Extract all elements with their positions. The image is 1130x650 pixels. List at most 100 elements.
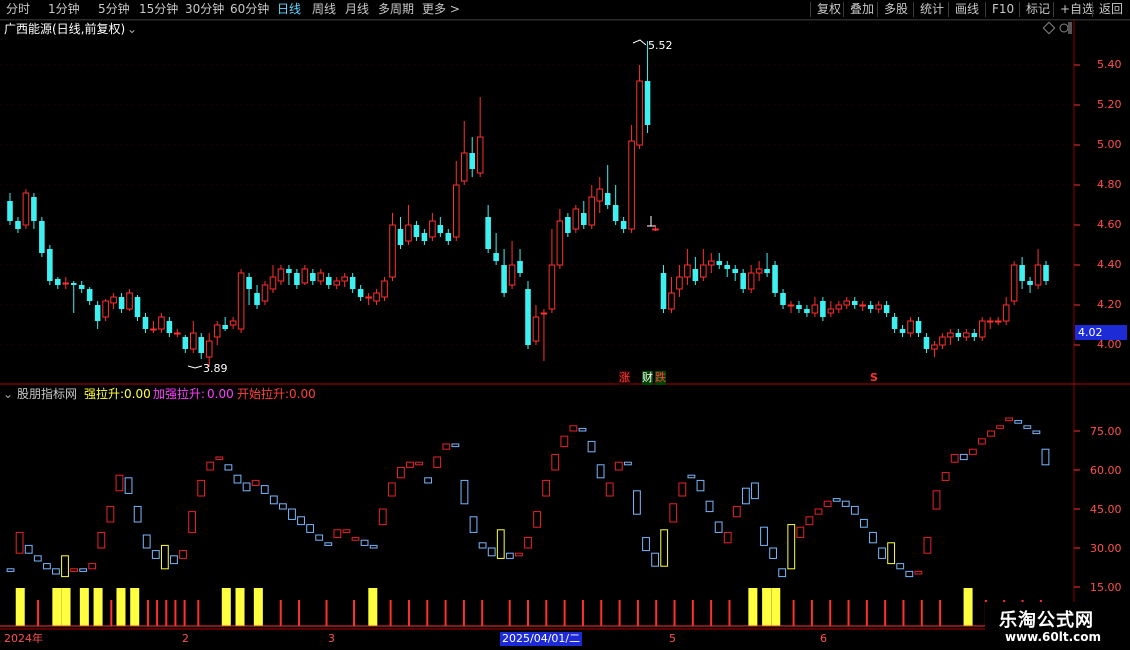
candle-body-up	[827, 308, 835, 314]
candle-body-down	[286, 269, 292, 273]
candle-body-up	[174, 332, 181, 335]
candle-body-down	[70, 283, 77, 285]
watermark-logo: 乐淘公式网 www.60lt.com	[985, 602, 1130, 650]
candle-body-down	[955, 333, 962, 337]
candle-body-up	[636, 80, 643, 146]
indicator-bar	[1014, 420, 1023, 424]
candle-body-up	[341, 276, 348, 282]
stock-title: 广西能源(日线,前复权)	[4, 22, 126, 36]
signal-bar	[865, 600, 868, 626]
indicator-bar	[787, 524, 796, 570]
indicator-bar	[678, 482, 687, 497]
candle-body-down	[39, 221, 45, 253]
candle-body-down	[501, 265, 507, 293]
event-rise-badge[interactable]: 涨	[619, 371, 630, 385]
event-s-badge[interactable]: S	[870, 371, 878, 385]
indicator-bar	[369, 544, 378, 549]
indicator-menu-icon[interactable]: ⌄	[3, 387, 13, 401]
signal-bar-strong	[93, 588, 103, 626]
diamond-icon[interactable]	[1042, 21, 1056, 35]
scroll-handle[interactable]	[1068, 22, 1072, 34]
indicator-bar	[496, 529, 505, 559]
candle-body-up	[939, 336, 946, 346]
candle-body-up	[835, 304, 843, 310]
candle-body-up	[301, 268, 309, 284]
candle-body-down	[246, 277, 252, 289]
signal-bar	[545, 600, 548, 626]
candle-body-up	[588, 196, 596, 226]
candle-body-up	[373, 292, 380, 302]
signal-bar	[165, 600, 168, 626]
event-fin-badge[interactable]: 财	[642, 371, 653, 385]
indicator-bar	[569, 425, 578, 432]
indicator-bar	[288, 508, 296, 520]
candle-body-down	[134, 297, 141, 317]
candle-body-up	[452, 184, 460, 238]
indicator-strong-value: 0.00	[124, 387, 151, 401]
signal-bar	[389, 600, 392, 626]
indicator-bar	[651, 552, 659, 567]
indicator-bar	[269, 495, 278, 505]
candle-body-up	[652, 228, 659, 231]
indicator-strong-label: 强拉升:	[84, 387, 125, 401]
signal-bars	[0, 588, 1074, 627]
indicator-bar	[859, 518, 868, 528]
signal-bar	[110, 600, 113, 626]
indicator-bar	[923, 537, 932, 554]
date-label: 3	[328, 632, 335, 645]
candle-body-up	[62, 282, 70, 285]
circle-icon[interactable]	[1059, 23, 1069, 33]
signal-bar	[655, 600, 658, 626]
price-tick: 4.20	[1097, 298, 1122, 311]
candle-body-down	[485, 217, 491, 249]
candle-body-up	[947, 332, 954, 338]
candle-body-down	[692, 269, 699, 281]
signal-bar	[636, 600, 639, 626]
candle-body-down	[915, 321, 922, 333]
indicator-bar	[79, 568, 88, 572]
price-tick: 5.00	[1097, 138, 1122, 151]
indicator-bar	[878, 547, 886, 559]
chevron-down-icon[interactable]: ⌄	[127, 22, 137, 36]
indicator-bar	[560, 435, 569, 448]
signal-bar	[353, 600, 355, 626]
signal-bar-strong	[61, 588, 71, 626]
low-marker-icon	[187, 365, 203, 369]
candle-body-down	[7, 201, 13, 221]
candle-body-down	[469, 153, 476, 169]
candle-body-down	[397, 229, 404, 245]
signal-bar	[563, 600, 566, 626]
signal-bar-strong	[368, 588, 378, 626]
candle-body-down	[883, 305, 890, 313]
candle-body-up	[596, 188, 604, 202]
indicator-bar	[587, 440, 596, 453]
price-tick: 5.20	[1097, 98, 1122, 111]
signal-bar	[174, 600, 177, 626]
indicator-bar	[850, 505, 859, 515]
indicator-bar	[542, 479, 551, 497]
candle-body-down	[31, 197, 37, 221]
indicator-bar	[578, 427, 587, 432]
candle-body-up	[205, 340, 213, 358]
indicator-bar	[133, 505, 142, 523]
candle-body-down	[254, 293, 260, 305]
signal-bar	[407, 600, 410, 626]
indicator-bar	[805, 516, 814, 526]
candle-body-down	[1019, 265, 1025, 281]
candle-body-down	[604, 193, 611, 205]
signal-bar	[792, 600, 795, 626]
signal-bar	[939, 600, 942, 626]
candle-body-up	[532, 316, 540, 342]
candle-body-down	[1027, 281, 1033, 285]
signal-bar	[462, 600, 465, 626]
kline-chart-area[interactable]	[0, 0, 1130, 650]
cursor-date-label: 2025/04/01/二	[500, 632, 583, 646]
event-fall-badge[interactable]: 跌	[655, 371, 666, 385]
candle-body-up	[1010, 264, 1018, 302]
candle-body-up	[628, 140, 635, 230]
signal-bar-strong	[235, 588, 245, 626]
candle-body-up	[476, 136, 484, 174]
indicator-bar	[796, 526, 805, 539]
candle-body-up	[700, 264, 707, 278]
date-label: 6	[820, 632, 827, 645]
